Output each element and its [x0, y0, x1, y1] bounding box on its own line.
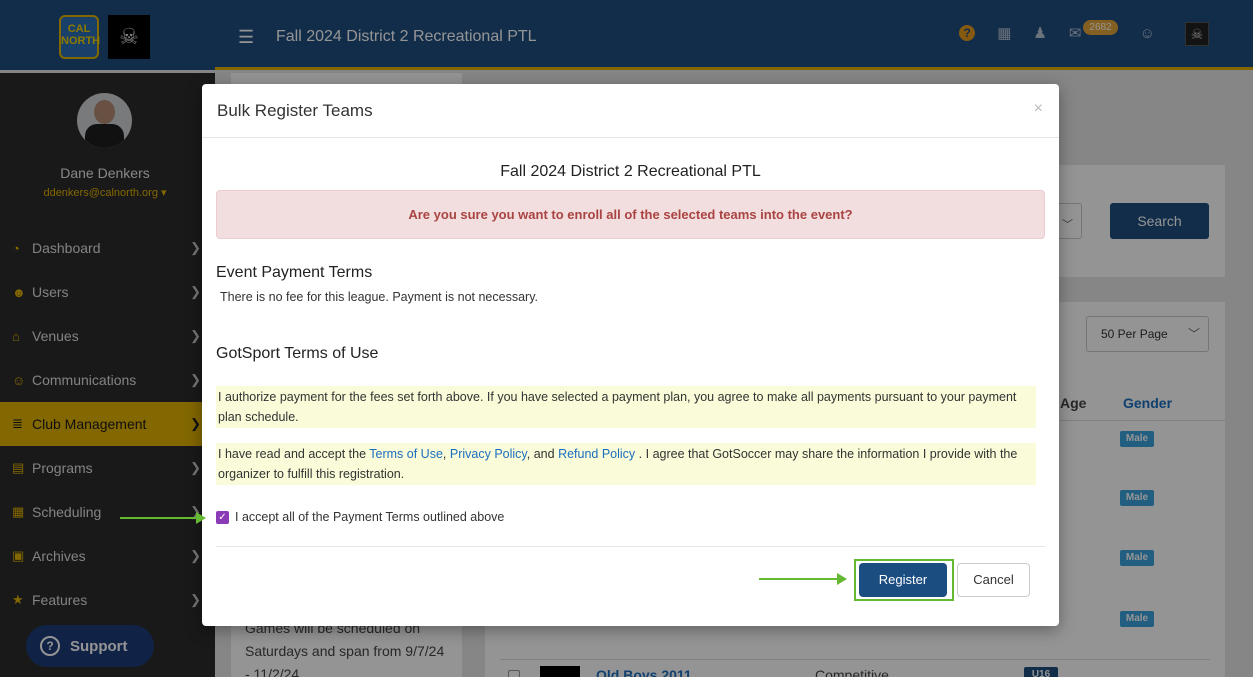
refund-policy-link[interactable]: Refund Policy — [558, 447, 635, 461]
payment-terms-heading: Event Payment Terms — [216, 264, 373, 281]
accept-terms-text: I have read and accept the Terms of Use,… — [216, 443, 1036, 485]
payment-terms-text: There is no fee for this league. Payment… — [220, 290, 538, 304]
event-name: Fall 2024 District 2 Recreational PTL — [500, 163, 761, 180]
modal-footer-divider — [216, 546, 1045, 547]
confirmation-alert: Are you sure you want to enroll all of t… — [216, 190, 1045, 239]
close-icon[interactable]: × — [1034, 100, 1043, 118]
modal-title: Bulk Register Teams — [217, 101, 373, 120]
accept-terms-label[interactable]: I accept all of the Payment Terms outlin… — [235, 510, 504, 524]
bulk-register-modal: Bulk Register Teams × Fall 2024 District… — [202, 84, 1059, 626]
register-button[interactable]: Register — [859, 563, 947, 597]
terms-of-use-link[interactable]: Terms of Use — [369, 447, 443, 461]
privacy-policy-link[interactable]: Privacy Policy — [450, 447, 527, 461]
separator: , and — [526, 447, 555, 461]
terms-of-use-heading: GotSport Terms of Use — [216, 345, 379, 362]
annotation-arrowhead — [837, 573, 847, 585]
separator: , — [442, 447, 447, 461]
annotation-arrowhead — [196, 512, 206, 524]
accept-terms-checkbox[interactable]: ✓ — [216, 510, 229, 524]
cancel-button[interactable]: Cancel — [957, 563, 1030, 597]
accept-terms-row[interactable]: ✓ I accept all of the Payment Terms outl… — [216, 510, 504, 524]
annotation-arrow-checkbox — [120, 517, 198, 519]
annotation-arrow-register — [759, 578, 839, 580]
modal-header: Bulk Register Teams × — [202, 84, 1059, 138]
accept-prefix: I have read and accept the — [218, 447, 367, 461]
authorize-payment-text: I authorize payment for the fees set for… — [216, 386, 1036, 428]
